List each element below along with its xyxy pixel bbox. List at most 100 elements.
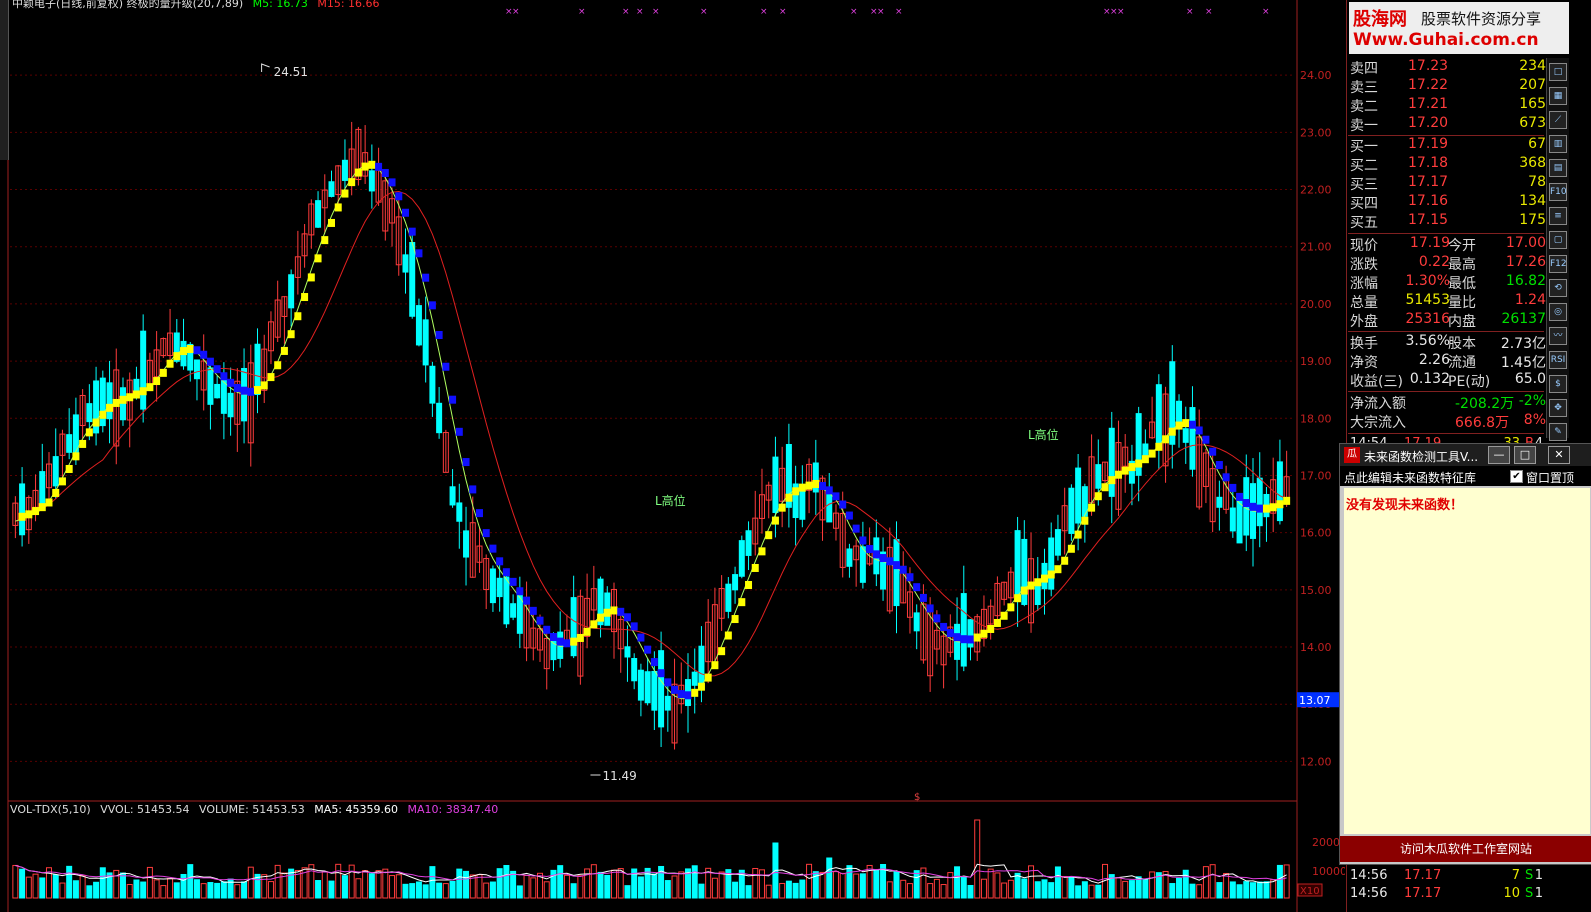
side-tool-icon-5[interactable]: F10 [1549,183,1567,201]
tool-window-titlebar[interactable]: 瓜 未来函数检测工具V... — □ ✕ [1340,444,1591,466]
volume-bar [806,863,813,899]
candle-body [207,367,214,405]
volume-bar [523,874,530,899]
side-tool-icon-1[interactable]: ▦ [1549,87,1567,105]
y-tick-label: 12.00 [1300,755,1332,768]
trend-block [328,218,335,227]
stat-value-2: 1.45亿 [1500,355,1546,371]
trend-block [953,633,961,642]
trend-block [1195,426,1203,435]
volume-bar [436,882,443,899]
side-tool-icon-10[interactable]: ◎ [1549,303,1567,321]
bid-row[interactable]: 买二 17.18 368 [1350,155,1546,174]
side-tool-icon-2[interactable]: ⟋ [1549,111,1567,129]
candle-body [846,548,853,567]
volume-bar [819,871,826,899]
volume-bar [933,878,940,899]
topmost-checkbox[interactable]: ✔ [1510,470,1523,483]
side-tool-icon-14[interactable]: ✥ [1549,399,1567,417]
volume-bar [207,882,214,899]
tick-price: 17.17 [1404,868,1442,883]
trend-block [1256,504,1264,513]
volume-bar [355,878,362,899]
side-tool-icon-4[interactable]: ▤ [1549,159,1567,177]
volume-bar [133,879,140,899]
volume-bar [1014,872,1021,899]
trend-block [401,208,409,217]
side-tool-icon-6[interactable]: ≡ [1549,207,1567,225]
volume-bar [496,868,503,899]
candle-body [402,254,409,273]
edit-feature-lib-link[interactable]: 点此编辑未来函数特征库 [1344,469,1476,486]
trend-block [1249,502,1257,511]
side-tool-icon-3[interactable]: ▥ [1549,135,1567,153]
maximize-button[interactable]: □ [1514,446,1536,464]
stat-label: 涨幅 [1350,276,1378,292]
volume-bar [483,882,490,899]
tick-dir: S [1525,868,1534,883]
kline-chart-area[interactable]: 24.00 23.00 22.00 21.00 20.00 19.00 18.00 17.00… [0,0,1345,912]
volume-bar [1176,877,1183,899]
trend-block [375,162,383,171]
ma-slow-label: M15: 16.66 [317,0,380,10]
signal-marker: × [622,7,630,17]
volume-bar [954,866,961,899]
volume-bar [1001,882,1008,899]
stats-divider [1348,331,1544,332]
bid-row[interactable]: 买三 17.17 78 [1350,174,1546,193]
tool-result-area[interactable]: 没有发现未来函数！ [1344,488,1590,834]
bid-row[interactable]: 买一 17.19 67 [1350,136,1546,155]
candle-body [738,540,745,577]
ask-row[interactable]: 卖三 17.22 207 [1350,77,1546,96]
side-tool-icon-13[interactable]: $ [1549,375,1567,393]
candle-body [1276,461,1283,522]
candle-body [772,456,779,513]
ask-row[interactable]: 卖二 17.21 165 [1350,96,1546,115]
bid-row[interactable]: 买五 17.15 175 [1350,212,1546,231]
volume-bar [348,864,355,899]
side-tool-icon-11[interactable]: 〰 [1549,327,1567,345]
close-button[interactable]: ✕ [1548,446,1570,464]
trend-block [52,488,60,497]
side-tool-icon-8[interactable]: F12 [1549,255,1567,273]
stat-row: 换手 3.56% 股本 2.73亿 [1350,333,1546,352]
tick-dir: S [1525,886,1534,901]
low-price-label: 11.49 [602,769,636,783]
minimize-button[interactable]: — [1488,446,1510,464]
trend-block [671,685,679,694]
trend-block [408,227,416,236]
side-tool-icon-15[interactable]: ✎ [1549,423,1567,441]
stat-row: 涨跌 0.22 最高 17.26 [1350,254,1546,273]
stat-value: 0.132 [1409,371,1450,387]
side-tool-icon-0[interactable]: □ [1549,63,1567,81]
volume-bar [1068,876,1075,899]
stat-label-2: 流通 [1448,355,1476,371]
volume-bar [557,865,564,899]
candle-body [415,305,422,346]
kline-chart-svg[interactable]: 24.00 23.00 22.00 21.00 20.00 19.00 18.00 17.00… [0,0,1345,912]
trend-block [610,606,618,615]
left-tab-strip[interactable] [0,0,9,160]
volume-bar [1122,880,1129,899]
stat-row: 收益(三) 0.132 PE(动) 65.0 [1350,371,1546,390]
visit-website-button[interactable]: 访问木瓜软件工作室网站 [1340,836,1591,862]
volume-bar [691,865,698,899]
side-tool-icon-7[interactable]: ▢ [1549,231,1567,249]
trend-block [126,393,134,402]
ask-row[interactable]: 卖四 17.23 234 [1350,58,1546,77]
trend-block [852,524,860,533]
trend-block [691,688,699,697]
side-tool-icon-12[interactable]: RSI [1549,351,1567,369]
volume-bar [1095,884,1102,899]
trend-block [233,383,241,392]
bid-row[interactable]: 买四 17.16 134 [1350,193,1546,212]
volume-bar [752,867,759,899]
volume-bar [960,876,967,899]
candle-body [422,319,429,366]
candle-body [52,456,59,487]
ask-volume: 165 [1519,96,1546,112]
guhai-logo[interactable]: 股海网 股票软件资源分享 Www.Guhai.com.cn [1349,2,1569,54]
candle-body [503,576,510,625]
ask-row[interactable]: 卖一 17.20 673 [1350,115,1546,134]
side-tool-icon-9[interactable]: ⟲ [1549,279,1567,297]
